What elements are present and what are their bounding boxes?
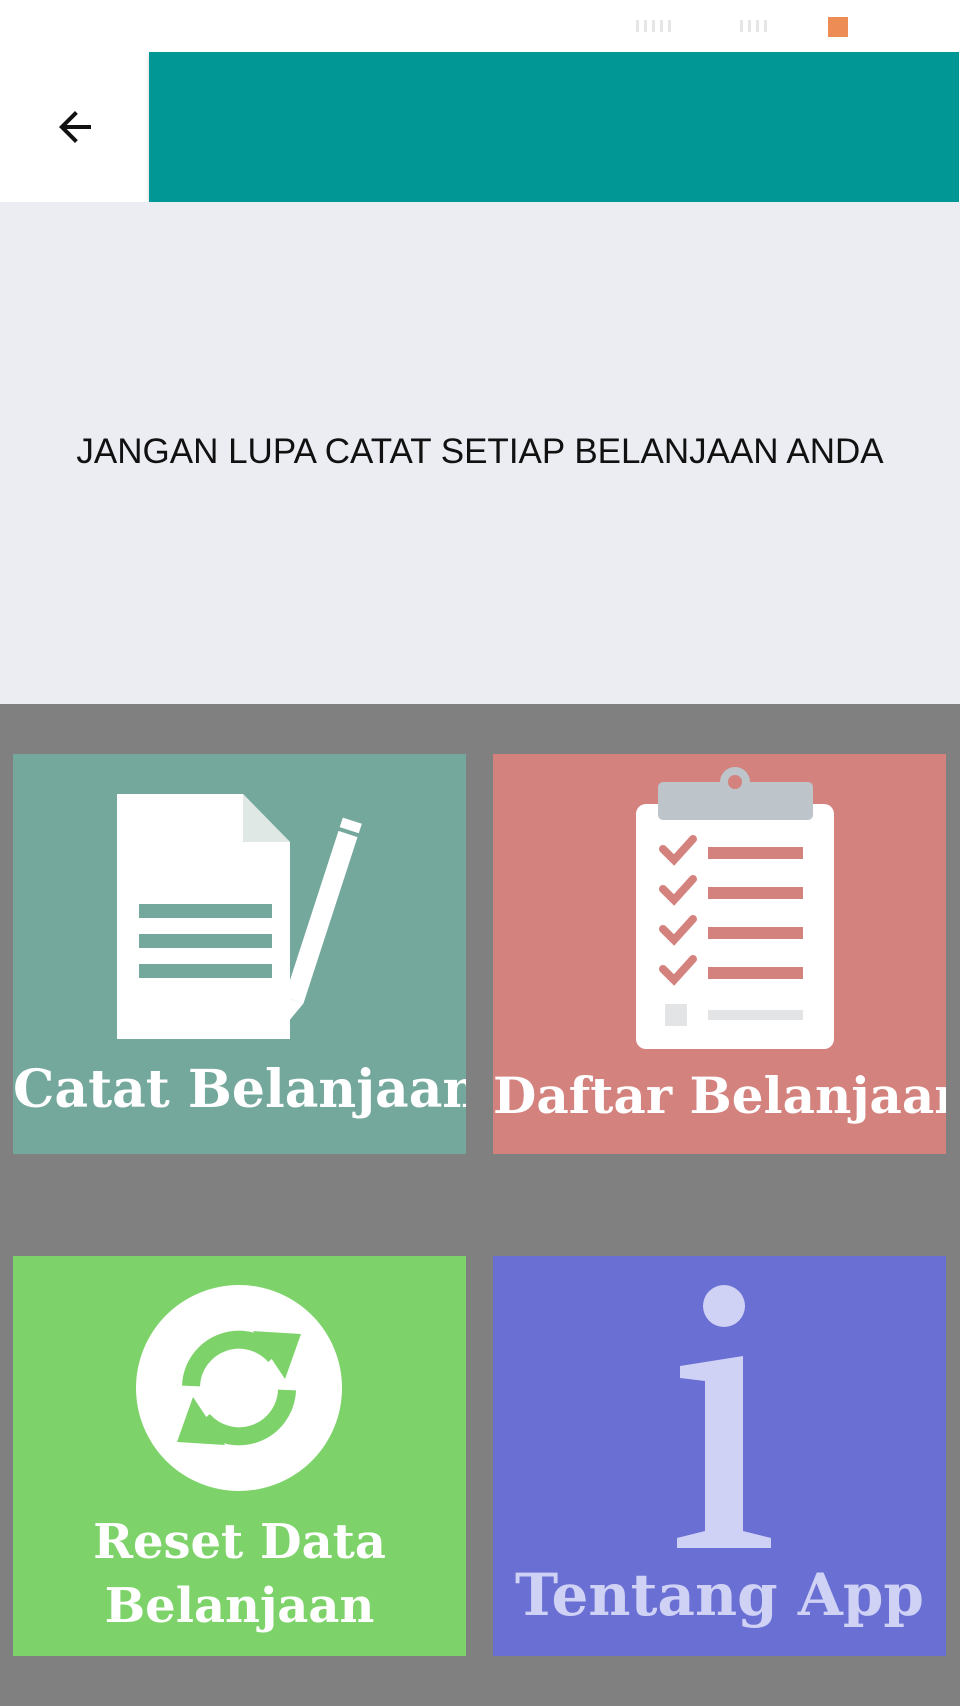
daftar-belanjaan-label: Daftar Belanjaan (493, 1066, 946, 1125)
back-button[interactable] (30, 82, 120, 172)
arrow-back-icon (59, 111, 91, 143)
reset-data-label-line1: Reset Data (93, 1514, 386, 1570)
banner: JANGAN LUPA CATAT SETIAP BELANJAAN ANDA (0, 202, 960, 704)
status-icons-left (636, 17, 671, 35)
menu-grid: Catat Belanjaan Daftar Belanjaan Reset D… (0, 704, 960, 1706)
catat-belanjaan-label: Catat Belanjaan (13, 1059, 466, 1120)
tentang-app-button[interactable]: Tentang App (493, 1256, 946, 1656)
reset-data-label-line2: Belanjaan (104, 1578, 375, 1634)
reset-data-belanjaan-button[interactable]: Reset Data Belanjaan (13, 1256, 466, 1656)
status-bar (0, 0, 960, 52)
catat-belanjaan-button[interactable]: Catat Belanjaan (13, 754, 466, 1154)
daftar-belanjaan-button[interactable]: Daftar Belanjaan (493, 754, 946, 1154)
tentang-app-label: Tentang App (515, 1561, 924, 1629)
status-icons-right (740, 17, 767, 35)
app-bar-left (0, 52, 149, 202)
app-bar-title-area (149, 52, 960, 202)
banner-text: JANGAN LUPA CATAT SETIAP BELANJAAN ANDA (76, 432, 884, 471)
notification-indicator-icon (828, 17, 848, 37)
